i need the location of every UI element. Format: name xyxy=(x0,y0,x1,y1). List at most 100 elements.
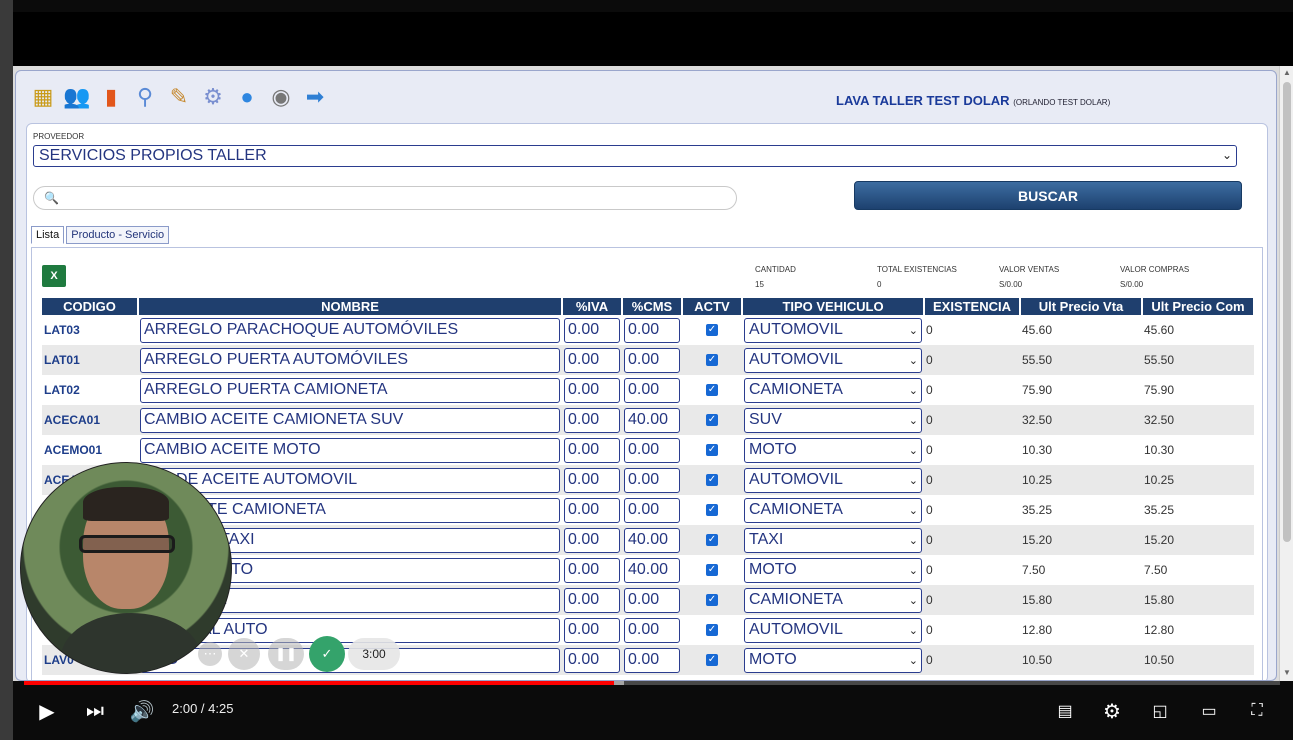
scroll-down-icon[interactable]: ▼ xyxy=(1283,668,1291,677)
proveedor-select[interactable]: SERVICIOS PROPIOS TALLER ⌄ xyxy=(33,145,1237,167)
tipo-vehiculo-select[interactable]: AUTOMOVIL ⌄ xyxy=(744,317,922,343)
table-row[interactable]: GENERAL AUTO0.000.00✓AUTOMOVIL⌄012.8012.… xyxy=(42,615,1254,645)
tipo-vehiculo-select[interactable]: MOTO ⌄ xyxy=(744,647,922,673)
cms-field[interactable]: 0.00 xyxy=(624,317,680,343)
cms-field[interactable]: 40.00 xyxy=(624,527,680,553)
iva-field[interactable]: 0.00 xyxy=(564,617,620,643)
iva-field[interactable]: 0.00 xyxy=(564,557,620,583)
tipo-vehiculo-select[interactable]: AUTOMOVIL ⌄ xyxy=(744,617,922,643)
video-player[interactable]: ▦ 👥 ▮ ⚲ ✎ ⚙ ● ◉ ➡ LAVA TALLER TEST DOLAR… xyxy=(0,0,1293,740)
cash-register-icon[interactable]: ▦ xyxy=(28,82,58,112)
page-scrollbar[interactable]: ▲ ▼ xyxy=(1279,66,1293,681)
iva-field[interactable]: 0.00 xyxy=(564,317,620,343)
more-options-icon[interactable]: ⋯ xyxy=(198,642,222,666)
nombre-field[interactable]: ARREGLO PUERTA AUTOMÓVILES xyxy=(140,347,560,373)
table-row[interactable]: DE ACEITE CAMIONETA 0.00 0.00 ✓ CAMIONETA ⌄ 0 3… xyxy=(42,495,1254,525)
notes-icon[interactable]: ✎ xyxy=(164,82,194,112)
tipo-vehiculo-select[interactable]: AUTOMOVIL ⌄ xyxy=(744,467,922,493)
active-checkbox[interactable]: ✓ xyxy=(706,564,718,576)
header-iva[interactable]: %IVA xyxy=(562,298,623,315)
video-progress-bar[interactable] xyxy=(24,681,1280,685)
cms-field[interactable]: 40.00 xyxy=(624,407,680,433)
table-row[interactable]: LAT03 ARREGLO PARACHOQUE AUTOMÓVILES 0.00 0… xyxy=(42,315,1254,345)
magnifier-icon[interactable]: ● xyxy=(232,82,262,112)
iva-field[interactable]: 0.00 xyxy=(564,347,620,373)
active-checkbox[interactable]: ✓ xyxy=(706,444,718,456)
nombre-field[interactable]: CAMBIO ACEITE CAMIONETA SUV xyxy=(140,407,560,433)
search-input[interactable]: 🔍 xyxy=(33,186,737,210)
cms-field[interactable]: 0.00 xyxy=(624,587,680,613)
iva-field[interactable]: 0.00 xyxy=(564,437,620,463)
table-row[interactable]: ACEA BIO DE ACEITE AUTOMOVIL 0.00 0.00 ✓ AUTO… xyxy=(42,465,1254,495)
tipo-vehiculo-select[interactable]: MOTO ⌄ xyxy=(744,557,922,583)
settings-gear-icon[interactable]: ⚙ xyxy=(1097,696,1127,726)
active-checkbox[interactable]: ✓ xyxy=(706,594,718,606)
cms-field[interactable]: 0.00 xyxy=(624,497,680,523)
tipo-vehiculo-select[interactable]: SUV ⌄ xyxy=(744,407,922,433)
iva-field[interactable]: 0.00 xyxy=(564,467,620,493)
cms-field[interactable]: 0.00 xyxy=(624,647,680,673)
finish-recording-icon[interactable]: ✓ xyxy=(309,636,345,672)
tab-producto-servicio[interactable]: Producto - Servicio xyxy=(66,226,170,244)
next-icon[interactable]: ⏭ xyxy=(80,696,110,726)
iva-field[interactable]: 0.00 xyxy=(564,527,620,553)
tipo-vehiculo-select[interactable]: CAMIONETA ⌄ xyxy=(744,587,922,613)
header-precio-com[interactable]: Ult Precio Com xyxy=(1142,298,1255,315)
iva-field[interactable]: 0.00 xyxy=(564,377,620,403)
active-checkbox[interactable]: ✓ xyxy=(706,354,718,366)
play-icon[interactable]: ▶ xyxy=(32,696,62,726)
cms-field[interactable]: 0.00 xyxy=(624,617,680,643)
header-nombre[interactable]: NOMBRE xyxy=(138,298,563,315)
pause-recording-icon[interactable]: ❚❚ xyxy=(268,638,304,670)
cell-codigo[interactable]: ACEMO01 xyxy=(42,435,138,465)
active-checkbox[interactable]: ✓ xyxy=(706,624,718,636)
table-row[interactable]: ACECA01 CAMBIO ACEITE CAMIONETA SUV 0.00 40… xyxy=(42,405,1254,435)
tipo-vehiculo-select[interactable]: MOTO ⌄ xyxy=(744,437,922,463)
theater-mode-icon[interactable]: ▭ xyxy=(1194,696,1224,726)
active-checkbox[interactable]: ✓ xyxy=(706,534,718,546)
tipo-vehiculo-select[interactable]: CAMIONETA ⌄ xyxy=(744,497,922,523)
cell-codigo[interactable]: LAT01 xyxy=(42,345,138,375)
excel-export-icon[interactable]: X xyxy=(42,265,66,287)
cancel-recording-icon[interactable]: ✕ xyxy=(228,638,260,670)
cms-field[interactable]: 0.00 xyxy=(624,437,680,463)
users-icon[interactable]: 👥 xyxy=(62,82,92,112)
header-actv[interactable]: ACTV xyxy=(682,298,743,315)
scrollbar-thumb[interactable] xyxy=(1283,82,1291,542)
cms-field[interactable]: 0.00 xyxy=(624,347,680,373)
user-circle-icon[interactable]: ◉ xyxy=(266,82,296,112)
header-codigo[interactable]: CODIGO xyxy=(42,298,139,315)
table-row[interactable]: LAT01 ARREGLO PUERTA AUTOMÓVILES 0.00 0.00 ✓… xyxy=(42,345,1254,375)
subtitles-icon[interactable]: ▤ xyxy=(1050,696,1080,726)
table-row[interactable]: ACEMO01 CAMBIO ACEITE MOTO 0.00 0.00 ✓ MOTO ⌄ 0… xyxy=(42,435,1254,465)
nombre-field[interactable]: BIO DE ACEITE AUTOMOVIL xyxy=(140,467,560,493)
cms-field[interactable]: 0.00 xyxy=(624,467,680,493)
cms-field[interactable]: 0.00 xyxy=(624,377,680,403)
iva-field[interactable]: 0.00 xyxy=(564,647,620,673)
table-row[interactable]: LAV0ADC0.000.00✓MOTO⌄010.5010.50 xyxy=(42,645,1254,675)
active-checkbox[interactable]: ✓ xyxy=(706,474,718,486)
volume-icon[interactable]: 🔊 xyxy=(127,696,157,726)
cell-codigo[interactable]: LAT03 xyxy=(42,315,138,345)
arrow-right-icon[interactable]: ➡ xyxy=(300,82,330,112)
table-row[interactable]: LAT02 ARREGLO PUERTA CAMIONETA 0.00 0.00 ✓ CA… xyxy=(42,375,1254,405)
cell-codigo[interactable]: LAT02 xyxy=(42,375,138,405)
header-tipo-vehiculo[interactable]: TIPO VEHICULO xyxy=(742,298,925,315)
active-checkbox[interactable]: ✓ xyxy=(706,654,718,666)
header-existencia[interactable]: EXISTENCIA xyxy=(924,298,1021,315)
nombre-field[interactable]: ARREGLO PARACHOQUE AUTOMÓVILES xyxy=(140,317,560,343)
tipo-vehiculo-select[interactable]: CAMIONETA ⌄ xyxy=(744,377,922,403)
header-precio-vta[interactable]: Ult Precio Vta xyxy=(1020,298,1143,315)
active-checkbox[interactable]: ✓ xyxy=(706,504,718,516)
tipo-vehiculo-select[interactable]: AUTOMOVIL ⌄ xyxy=(744,347,922,373)
search-icon[interactable]: ⚲ xyxy=(130,82,160,112)
buscar-button[interactable]: BUSCAR xyxy=(854,181,1242,210)
nombre-field[interactable]: ARREGLO PUERTA CAMIONETA xyxy=(140,377,560,403)
gear-icon[interactable]: ⚙ xyxy=(198,82,228,112)
iva-field[interactable]: 0.00 xyxy=(564,497,620,523)
tipo-vehiculo-select[interactable]: TAXI ⌄ xyxy=(744,527,922,553)
active-checkbox[interactable]: ✓ xyxy=(706,414,718,426)
bar-chart-icon[interactable]: ▮ xyxy=(96,82,126,112)
iva-field[interactable]: 0.00 xyxy=(564,587,620,613)
header-cms[interactable]: %CMS xyxy=(622,298,683,315)
